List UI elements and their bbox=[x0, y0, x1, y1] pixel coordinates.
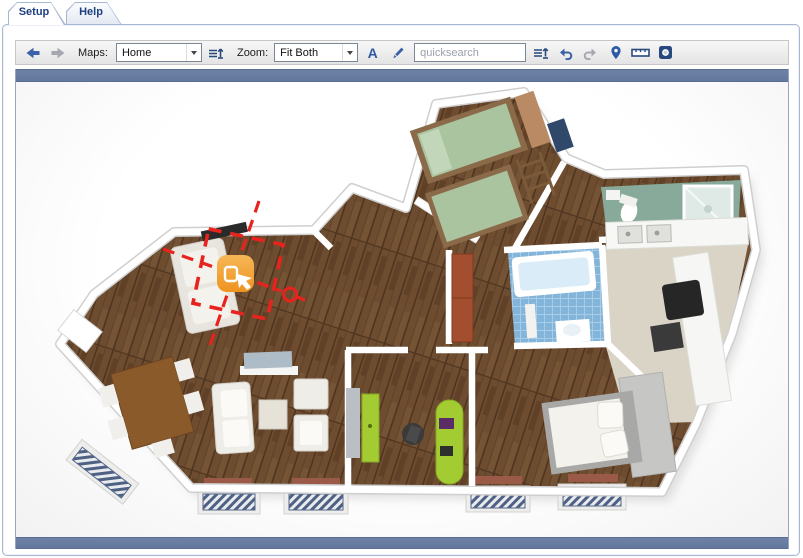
item-list-icon bbox=[533, 47, 549, 59]
location-pin-icon bbox=[611, 46, 621, 59]
setup-tab-page: Maps: Home Zoom: Fit Both A bbox=[2, 24, 800, 556]
redo-button[interactable] bbox=[580, 43, 601, 63]
quicksearch-input[interactable] bbox=[414, 43, 527, 62]
tab-setup[interactable]: Setup bbox=[8, 2, 66, 25]
forward-arrow-icon bbox=[51, 47, 64, 58]
undo-button[interactable] bbox=[555, 43, 576, 63]
font-button[interactable]: A bbox=[362, 43, 383, 63]
balcony bbox=[65, 438, 140, 505]
map-top-bar bbox=[16, 69, 788, 82]
map-bottom-bar bbox=[16, 537, 788, 549]
tab-setup-label: Setup bbox=[18, 6, 50, 18]
zoom-dropdown[interactable]: Fit Both bbox=[274, 43, 359, 62]
ruler-icon bbox=[631, 48, 650, 57]
zoom-label: Zoom: bbox=[236, 46, 269, 59]
tab-help[interactable]: Help bbox=[66, 2, 122, 25]
apartment bbox=[55, 87, 761, 515]
floorplan-canvas[interactable] bbox=[16, 82, 788, 537]
chevron-down-icon bbox=[185, 44, 201, 61]
device-marker[interactable] bbox=[217, 255, 254, 292]
chevron-down-icon bbox=[342, 44, 357, 61]
font-icon: A bbox=[367, 44, 378, 61]
back-button[interactable] bbox=[22, 43, 43, 63]
snapshot-button[interactable] bbox=[655, 43, 676, 63]
maps-label: Maps: bbox=[78, 46, 108, 59]
zoom-dropdown-value: Fit Both bbox=[280, 46, 319, 59]
map-list-button[interactable] bbox=[206, 43, 227, 63]
map-view bbox=[15, 69, 789, 549]
location-pin-button[interactable] bbox=[605, 43, 626, 63]
tab-help-label: Help bbox=[79, 6, 103, 18]
maps-dropdown-value: Home bbox=[121, 46, 152, 59]
snapshot-icon bbox=[659, 46, 673, 59]
back-arrow-icon bbox=[26, 47, 39, 58]
map-toolbar: Maps: Home Zoom: Fit Both A bbox=[15, 40, 789, 65]
balcony bbox=[283, 478, 349, 515]
undo-icon bbox=[560, 48, 573, 60]
floorplan-image bbox=[55, 87, 763, 515]
redo-icon bbox=[583, 48, 597, 60]
pen-icon bbox=[392, 47, 404, 59]
draw-button[interactable] bbox=[387, 43, 408, 63]
forward-button[interactable] bbox=[47, 43, 68, 63]
item-list-button[interactable] bbox=[530, 43, 551, 63]
map-list-icon bbox=[209, 47, 224, 59]
measure-button[interactable] bbox=[630, 43, 651, 63]
application-window: Setup Help Maps: Home Zoom: Fit Both A q… bbox=[0, 0, 803, 558]
maps-dropdown[interactable]: Home bbox=[115, 43, 202, 62]
